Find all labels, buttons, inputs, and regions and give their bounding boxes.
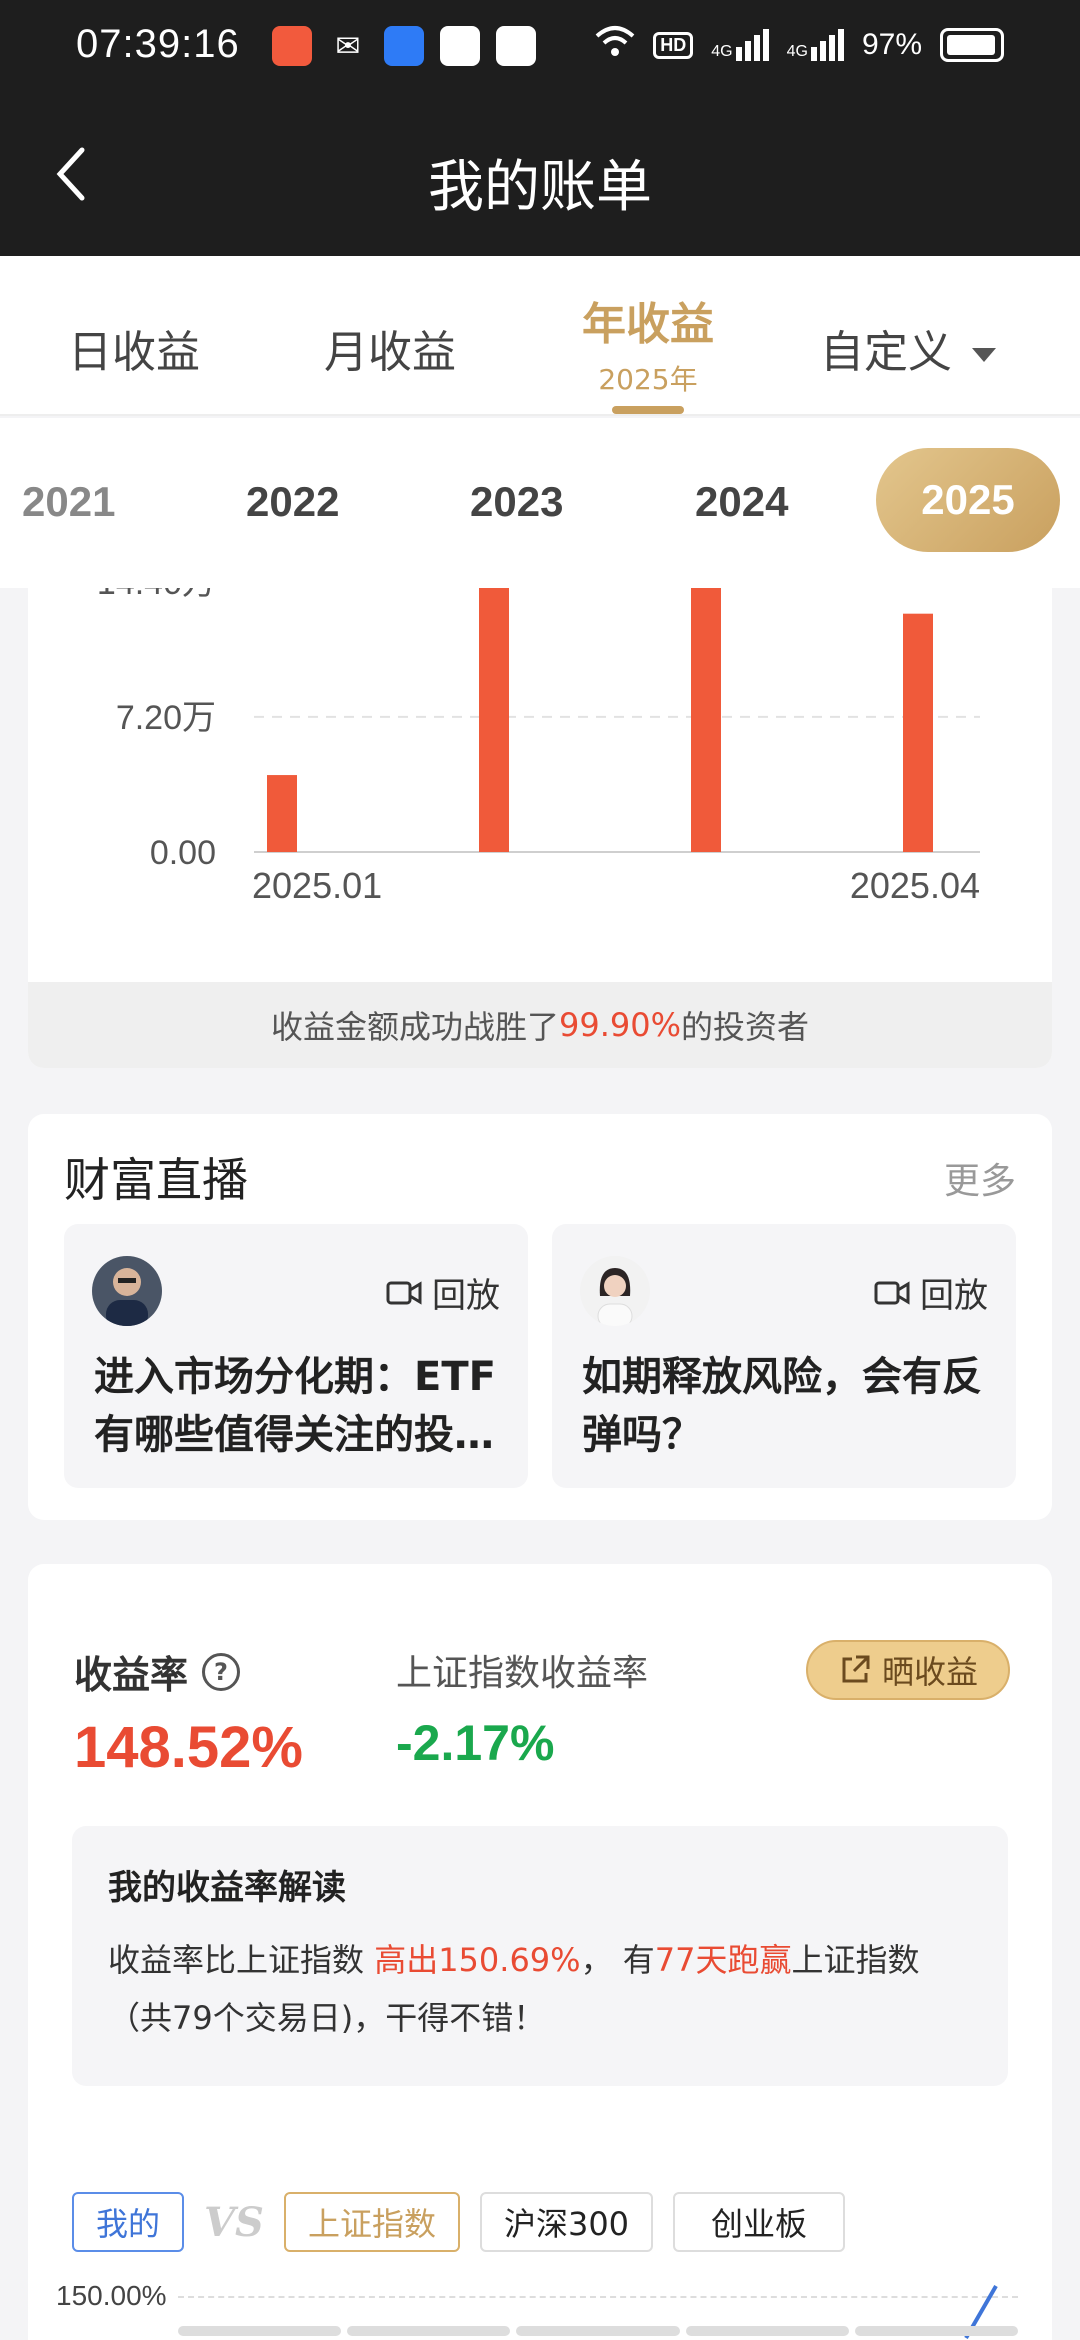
signal-icon-2: 4G <box>787 29 844 61</box>
host-avatar <box>92 1256 162 1326</box>
x-tick-label: 2025.01 <box>252 865 382 906</box>
video-camera-icon <box>874 1280 910 1305</box>
live-item[interactable]: 回放 进入市场分化期：ETF有哪些值得关注的投… <box>64 1224 528 1488</box>
battery-icon <box>940 28 1004 62</box>
live-item[interactable]: 回放 如期释放风险，会有反弹吗？ <box>552 1224 1016 1488</box>
host-avatar <box>580 1256 650 1326</box>
analysis-highlight-excess: 高出150.69% <box>374 1941 581 1979</box>
hd-badge: HD <box>653 31 694 59</box>
post-app-icon <box>440 26 480 66</box>
live-headline: 进入市场分化期：ETF有哪些值得关注的投… <box>94 1354 496 1458</box>
chevron-down-icon <box>972 348 996 362</box>
app-notification-icon <box>272 26 312 66</box>
income-bar-chart: 0.00 7.20万 14.40万 2025.01 2025.04 <box>97 588 980 906</box>
income-bar[interactable] <box>903 613 933 852</box>
year-2024[interactable]: 2024 <box>695 478 788 526</box>
network-label-1: 4G <box>711 43 733 60</box>
compare-chinext-chip[interactable]: 创业板 <box>673 2192 846 2252</box>
year-2021[interactable]: 2021 <box>22 478 115 526</box>
income-bar[interactable] <box>691 588 721 852</box>
title-bar: 我的账单 <box>0 96 1080 256</box>
return-rate-text: 收益率 <box>74 1653 189 1697</box>
live-more-link[interactable]: 更多 <box>944 1152 1016 1204</box>
page-title: 我的账单 <box>428 155 652 218</box>
return-rate-card: 收益率 ? 148.52% 上证指数收益率 -2.17% 晒收益 我的收益率解读… <box>28 1564 1052 2340</box>
tab-indicator <box>612 406 684 414</box>
tab-yearly-sub: 2025年 <box>598 363 698 396</box>
replay-label: 回放 <box>432 1276 500 1316</box>
year-2022[interactable]: 2022 <box>246 478 339 526</box>
vs-label: VS <box>204 2198 264 2246</box>
replay-badge: 回放 <box>386 1268 500 1317</box>
tab-daily[interactable]: 日收益 <box>68 316 200 380</box>
analysis-text: 收益率比上证指数 高出150.69%， 有77天跑赢上证指数（共79个交易日)，… <box>108 1931 972 2047</box>
compare-sse-chip[interactable]: 上证指数 <box>283 2192 460 2252</box>
question-icon[interactable]: ? <box>202 1652 241 1691</box>
wifi-icon <box>595 24 635 66</box>
comparison-chart-scrollbar <box>178 2326 1019 2336</box>
beat-prefix: 收益金额成功战胜了 <box>270 1008 559 1046</box>
replay-label: 回放 <box>920 1276 988 1316</box>
network-label-2: 4G <box>786 43 808 60</box>
y-tick-label: 7.20万 <box>116 699 216 737</box>
period-tabs: 日收益 月收益 年收益 2025年 自定义 <box>0 256 1080 416</box>
bank-app-icon <box>496 26 536 66</box>
video-camera-icon <box>386 1280 422 1305</box>
x-tick-label: 2025.04 <box>850 865 980 906</box>
live-section-title: 财富直播 <box>64 1153 248 1207</box>
analysis-highlight-days: 77天跑赢 <box>654 1941 792 1979</box>
battery-percent: 97% <box>861 28 922 61</box>
year-selector: 2021 2022 2023 2024 2025 <box>0 418 1080 588</box>
yearly-income-chart-card: 0.00 7.20万 14.40万 2025.01 2025.04 收益金额成功战胜了 … <box>28 588 1052 1068</box>
tab-custom[interactable]: 自定义 <box>820 316 996 380</box>
index-return-label: 上证指数收益率 <box>396 1653 649 1694</box>
beat-investors-banner: 收益金额成功战胜了 99.90% 的投资者 <box>28 982 1052 1068</box>
return-rate-label: 收益率 ? <box>74 1644 241 1699</box>
wechat-icon: ✉ <box>335 28 361 64</box>
live-headline: 如期释放风险，会有反弹吗？ <box>582 1354 982 1458</box>
comparison-chart-tick: 150.00% <box>56 2280 167 2311</box>
hello-app-icon <box>384 26 424 66</box>
notification-icons: ✉ <box>272 26 536 66</box>
tab-yearly[interactable]: 年收益 2025年 <box>582 288 714 398</box>
index-return-value: -2.17% <box>396 1715 555 1771</box>
replay-badge: 回放 <box>874 1268 988 1317</box>
wealth-live-card: 财富直播 更多 回放 进入市场分化期：ETF有哪些值得关注的投… 回放 如期释放… <box>28 1114 1052 1520</box>
tab-monthly[interactable]: 月收益 <box>324 316 456 380</box>
year-2023[interactable]: 2023 <box>470 478 563 526</box>
year-2025-selected[interactable]: 2025 <box>876 448 1060 552</box>
comparison-chart-gridline <box>178 2296 1018 2298</box>
tab-yearly-label: 年收益 <box>582 299 714 350</box>
beat-percent: 99.90% <box>558 1006 681 1044</box>
compare-mine-chip[interactable]: 我的 <box>72 2192 185 2252</box>
benchmark-compare-row: 我的 VS 上证指数 沪深300 创业板 <box>72 2192 846 2252</box>
analysis-part: ， 有 <box>580 1941 655 1979</box>
share-income-label: 晒收益 <box>881 1653 978 1691</box>
tab-custom-label: 自定义 <box>820 327 952 378</box>
compare-csi300-chip[interactable]: 沪深300 <box>479 2192 654 2252</box>
return-analysis-box: 我的收益率解读 收益率比上证指数 高出150.69%， 有77天跑赢上证指数（共… <box>72 1826 1008 2086</box>
income-bar[interactable] <box>479 588 509 852</box>
signal-icon-1: 4G <box>711 29 769 61</box>
income-bar[interactable] <box>267 775 297 852</box>
clock: 07:39:16 <box>76 22 240 66</box>
analysis-part: 收益率比上证指数 <box>108 1941 375 1979</box>
status-bar: 07:39:16 ✉ HD 4G 4G 97% <box>0 0 1080 96</box>
y-tick-label: 14.40万 <box>97 588 216 602</box>
system-indicators: HD 4G 4G 97% <box>595 24 1004 66</box>
y-tick-label: 0.00 <box>150 834 216 872</box>
share-external-icon <box>842 1655 870 1683</box>
share-income-button[interactable]: 晒收益 <box>806 1640 1010 1700</box>
return-rate-value: 148.52% <box>74 1715 303 1780</box>
beat-suffix: 的投资者 <box>681 1008 810 1046</box>
analysis-title: 我的收益率解读 <box>108 1868 346 1908</box>
